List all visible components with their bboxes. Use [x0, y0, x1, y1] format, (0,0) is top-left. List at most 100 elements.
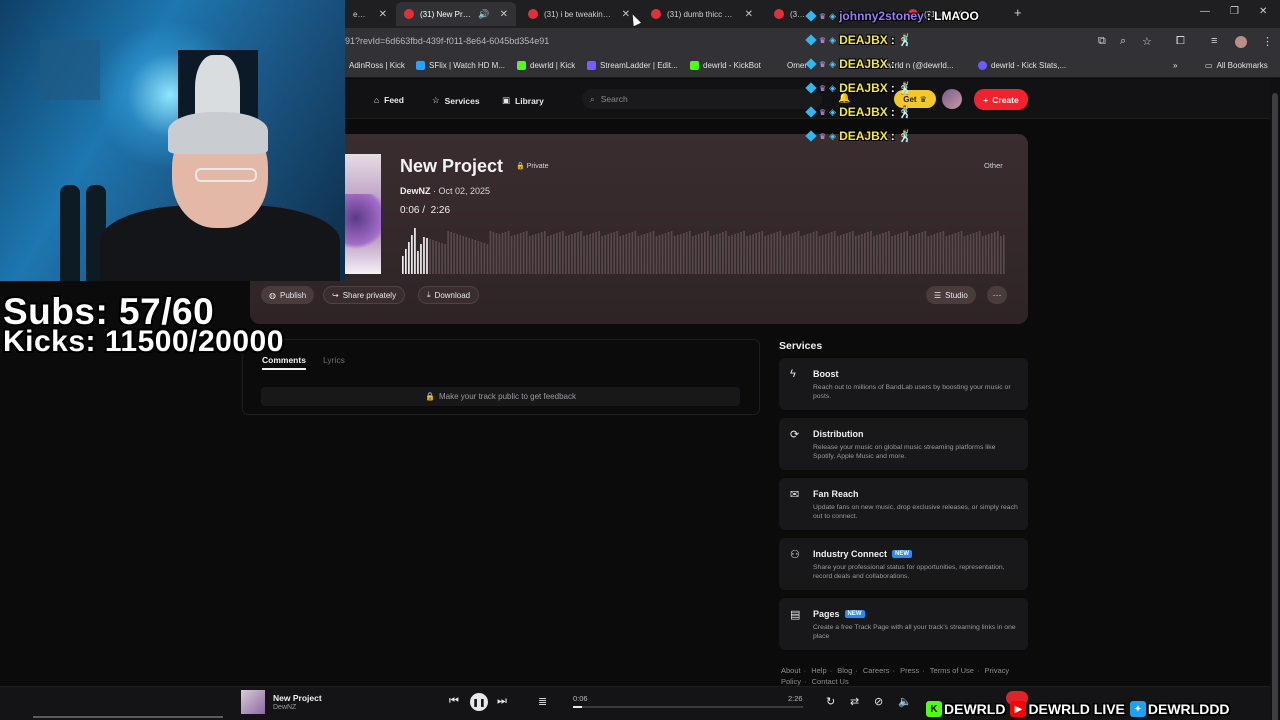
bookmark-item[interactable]: AdinRoss | Kick: [349, 61, 405, 70]
queue-icon[interactable]: ≣: [538, 695, 547, 708]
player-artist[interactable]: DewNZ: [273, 704, 296, 711]
restore-icon[interactable]: ❐: [1230, 6, 1239, 17]
waveform-bar: [770, 234, 773, 274]
horizontal-scroll-indicator: [33, 716, 223, 718]
footer-separator: ·: [804, 677, 807, 686]
browser-tab-active[interactable]: (31) New Project 🔊 ✕: [396, 2, 516, 26]
share-privately-button[interactable]: ↪ Share privately: [323, 286, 406, 304]
player-track-title[interactable]: New Project: [273, 693, 322, 703]
bookmarks-overflow-icon[interactable]: »: [1173, 61, 1177, 70]
footer-link-contact[interactable]: Contact Us: [812, 677, 849, 686]
service-card-distribution[interactable]: ⟳ Distribution Release your music on glo…: [779, 418, 1028, 470]
close-icon[interactable]: ✕: [379, 9, 387, 20]
install-app-icon[interactable]: ⧉: [1098, 35, 1106, 48]
all-bookmarks-folder[interactable]: ▭ All Bookmarks: [1205, 61, 1268, 70]
service-card-pages[interactable]: ▤ Pages NEW Create a free Track Page with…: [779, 598, 1028, 650]
waveform-bar: [519, 233, 522, 274]
footer-link-help[interactable]: Help: [811, 666, 826, 675]
waveform-bar: [492, 232, 495, 274]
badge-mod-icon: ◈: [829, 58, 837, 69]
bookmark-item[interactable]: SFlix | Watch HD M...: [416, 61, 505, 70]
footer-link-terms[interactable]: Terms of Use: [930, 666, 974, 675]
service-card-fan-reach[interactable]: ✉ Fan Reach Update fans on new music, dr…: [779, 478, 1028, 530]
waveform-bar: [927, 236, 930, 274]
browser-profile-avatar[interactable]: [1235, 36, 1247, 48]
bookmark-item[interactable]: dewrld | Kick: [517, 61, 575, 70]
nav-services[interactable]: ☆ Services: [432, 95, 480, 106]
waveform-bar: [725, 231, 727, 274]
emote-icon: 🕺: [897, 33, 913, 47]
browser-tab[interactable]: (31) dumb thicc by D ✕: [643, 2, 761, 26]
shuffle-icon[interactable]: ⇄: [850, 695, 859, 708]
publish-button[interactable]: ◍ Publish: [261, 286, 315, 304]
zoom-icon[interactable]: ⌕: [1120, 35, 1126, 48]
repeat-icon[interactable]: ↻: [826, 695, 835, 708]
more-options-button[interactable]: ···: [987, 286, 1007, 304]
nav-library[interactable]: ▣ Library: [502, 95, 544, 106]
badge-sub-icon: ♛: [819, 83, 827, 93]
bookmark-item[interactable]: StreamLadder | Edit...: [587, 61, 678, 70]
waveform-bar: [691, 236, 694, 274]
waveform-bar: [930, 235, 933, 274]
close-icon[interactable]: ✕: [622, 9, 630, 20]
artist-name[interactable]: DewNZ: [400, 186, 431, 196]
player-cover-art[interactable]: [241, 690, 265, 714]
create-button[interactable]: + Create: [974, 89, 1028, 110]
total-duration: 2:26: [430, 205, 451, 216]
footer-link-careers[interactable]: Careers: [863, 666, 890, 675]
player-progress-bar[interactable]: [573, 706, 803, 708]
bookmark-star-icon[interactable]: ☆: [1142, 35, 1152, 48]
browser-tab[interactable]: (31) i be tweakin by ✕: [520, 2, 638, 26]
extensions-icon[interactable]: ⧠: [1176, 35, 1185, 48]
browser-tab[interactable]: ewNZ | ✕: [345, 2, 395, 26]
footer-link-about[interactable]: About: [781, 666, 801, 675]
tab-lyrics[interactable]: Lyrics: [323, 355, 345, 365]
bookmark-item[interactable]: Omer: [787, 61, 807, 70]
chat-text: :: [890, 57, 895, 71]
scrollbar-thumb[interactable]: [1272, 93, 1278, 720]
studio-button[interactable]: ☰ Studio: [926, 286, 976, 304]
previous-track-icon[interactable]: ⏮: [449, 695, 459, 708]
waveform-bar: [661, 234, 664, 274]
chat-message: ♛ ◈ DEAJBX : 🕺: [805, 81, 913, 95]
media-controls-icon[interactable]: ≡: [1211, 35, 1217, 47]
page-scrollbar[interactable]: [1270, 79, 1280, 720]
volume-icon[interactable]: 🔈: [898, 695, 912, 708]
service-title-text: Boost: [813, 369, 839, 379]
bookmark-item[interactable]: dewrld - Kick Stats,...: [978, 61, 1066, 70]
pause-button[interactable]: ❚❚: [470, 693, 488, 711]
footer-link-press[interactable]: Press: [900, 666, 919, 675]
track-cover-art[interactable]: [345, 154, 381, 274]
waveform-bar: [562, 231, 564, 274]
minimize-icon[interactable]: —: [1200, 6, 1210, 17]
genre-tag[interactable]: Other: [984, 161, 1003, 170]
waveform-bar: [836, 236, 839, 274]
next-track-icon[interactable]: ⏭: [497, 695, 507, 708]
waveform-bar: [513, 235, 516, 274]
new-tab-plus-icon[interactable]: +: [1014, 5, 1022, 20]
window-close-icon[interactable]: ✕: [1259, 6, 1267, 17]
service-card-industry-connect[interactable]: ⚇ Industry Connect NEW Share your profess…: [779, 538, 1028, 590]
waveform-bar: [610, 233, 613, 274]
footer-link-blog[interactable]: Blog: [837, 666, 852, 675]
bookmark-item[interactable]: dewrld - KickBot: [690, 61, 761, 70]
bolt-icon: ϟ: [790, 368, 796, 380]
waveform-bar: [411, 235, 413, 274]
nav-feed[interactable]: ⌂ Feed: [374, 95, 404, 105]
waveform-bar: [755, 233, 757, 274]
speaker-icon[interactable]: 🔊: [478, 9, 489, 20]
close-icon[interactable]: ✕: [745, 9, 753, 20]
user-avatar[interactable]: [942, 89, 962, 109]
close-icon[interactable]: ✕: [500, 9, 508, 20]
url-text[interactable]: 91?revId=6d663fbd-439f-f011-8e64-6045bd3…: [345, 36, 549, 46]
kebab-menu-icon[interactable]: ⋮: [1262, 35, 1273, 48]
waveform-bar: [658, 235, 661, 274]
waveform-bar: [510, 236, 513, 274]
waveform-bar: [981, 236, 984, 274]
search-input[interactable]: ⌕ Search: [582, 89, 822, 109]
mute-icon[interactable]: ⊘: [874, 695, 883, 708]
footer-separator: ·: [829, 666, 833, 675]
service-card-boost[interactable]: ϟ Boost Reach out to millions of BandLab…: [779, 358, 1028, 410]
download-button[interactable]: ⤓ Download: [418, 286, 480, 304]
waveform[interactable]: [402, 220, 1006, 274]
